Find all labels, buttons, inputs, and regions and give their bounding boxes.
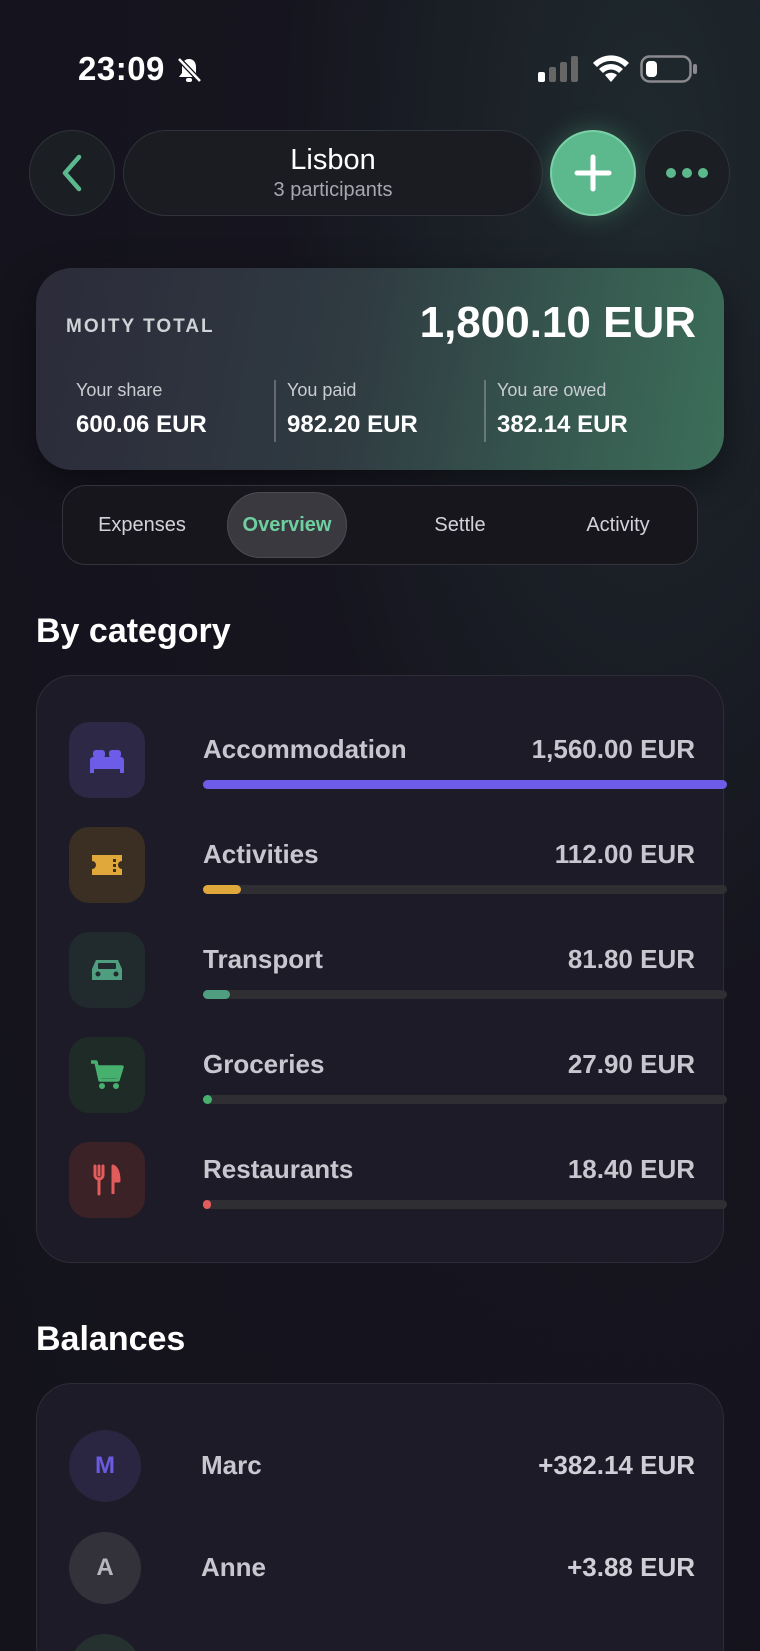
- category-bar-track: [203, 1095, 727, 1104]
- balance-row-marc[interactable]: M Marc +382.14 EUR: [69, 1430, 695, 1502]
- status-bar: 23:09: [0, 0, 760, 110]
- add-expense-button[interactable]: [550, 130, 636, 216]
- category-amount: 112.00 EUR: [554, 839, 695, 869]
- category-bar-fill: [203, 885, 241, 894]
- balance-row-anne[interactable]: A Anne +3.88 EUR: [69, 1532, 695, 1604]
- you-are-owed-label: You are owed: [497, 380, 607, 400]
- participant-balance: +3.88 EUR: [567, 1552, 695, 1582]
- category-name: Accommodation: [203, 734, 407, 764]
- category-name: Activities: [203, 839, 319, 869]
- more-options-button[interactable]: [644, 130, 730, 216]
- divider: [484, 380, 486, 442]
- you-paid-stat: You paid 982.20 EUR: [287, 380, 418, 439]
- category-amount: 1,560.00 EUR: [531, 734, 695, 764]
- wifi-icon: [593, 55, 629, 82]
- your-share-stat: Your share 600.06 EUR: [76, 380, 207, 439]
- category-amount: 81.80 EUR: [567, 944, 695, 974]
- category-bar-fill: [203, 780, 727, 789]
- ellipsis-icon: [666, 168, 708, 178]
- total-label: MOITY TOTAL: [66, 316, 215, 337]
- category-bar-fill: [203, 990, 231, 999]
- category-row-activities[interactable]: Activities 112.00 EUR: [69, 827, 727, 905]
- trip-title: Lisbon: [290, 144, 376, 176]
- tab-settle[interactable]: Settle: [381, 486, 539, 564]
- avatar: M: [69, 1430, 141, 1502]
- category-name: Transport: [203, 944, 323, 974]
- category-row-accommodation[interactable]: Accommodation 1,560.00 EUR: [69, 722, 727, 800]
- category-bar-track: [203, 885, 727, 894]
- car-icon: [69, 932, 145, 1008]
- cart-icon: [69, 1037, 145, 1113]
- participant-balance: +382.14 EUR: [538, 1450, 695, 1480]
- trip-title-pill[interactable]: Lisbon 3 participants: [123, 130, 543, 216]
- plus-icon: [574, 154, 612, 192]
- tab-overview[interactable]: Overview: [227, 492, 347, 558]
- battery-icon: [640, 55, 697, 83]
- status-time: 23:09: [78, 50, 165, 87]
- segmented-tabs: Expenses Overview Settle Activity: [62, 485, 698, 565]
- category-name: Restaurants: [203, 1154, 354, 1184]
- ticket-icon: [69, 827, 145, 903]
- category-row-restaurants[interactable]: Restaurants 18.40 EUR: [69, 1142, 727, 1220]
- category-amount: 27.90 EUR: [567, 1049, 695, 1079]
- category-card: Accommodation 1,560.00 EUR Activities 11…: [36, 675, 727, 1263]
- you-paid-label: You paid: [287, 380, 357, 400]
- category-bar-fill: [203, 1095, 213, 1104]
- avatar: [69, 1634, 141, 1651]
- you-are-owed-value: 382.14 EUR: [497, 411, 628, 438]
- back-button[interactable]: [29, 130, 115, 216]
- cellular-signal-icon: [538, 56, 578, 82]
- by-category-heading: By category: [36, 612, 231, 650]
- category-bar-track: [203, 1200, 727, 1209]
- participant-name: Anne: [201, 1552, 266, 1582]
- bell-slash-icon: [177, 57, 202, 83]
- balances-heading: Balances: [36, 1320, 186, 1358]
- your-share-label: Your share: [76, 380, 163, 400]
- category-bar-track: [203, 780, 727, 789]
- fork-knife-icon: [69, 1142, 145, 1218]
- category-row-transport[interactable]: Transport 81.80 EUR: [69, 932, 727, 1010]
- tab-activity[interactable]: Activity: [539, 486, 697, 564]
- bed-icon: [69, 722, 145, 798]
- tab-expenses[interactable]: Expenses: [63, 486, 221, 564]
- total-summary-card: MOITY TOTAL 1,800.10 EUR Your share 600.…: [36, 268, 724, 470]
- divider: [274, 380, 276, 442]
- back-chevron-icon: [62, 154, 82, 192]
- you-are-owed-stat: You are owed 382.14 EUR: [497, 380, 628, 439]
- you-paid-value: 982.20 EUR: [287, 411, 418, 438]
- balances-card: M Marc +382.14 EUR A Anne +3.88 EUR: [36, 1383, 724, 1651]
- category-bar-track: [203, 990, 727, 999]
- category-name: Groceries: [203, 1049, 325, 1079]
- category-row-groceries[interactable]: Groceries 27.90 EUR: [69, 1037, 727, 1115]
- total-amount: 1,800.10 EUR: [419, 298, 696, 347]
- avatar: A: [69, 1532, 141, 1604]
- participants-count: 3 participants: [273, 179, 393, 201]
- participant-name: Marc: [201, 1450, 262, 1480]
- category-bar-fill: [203, 1200, 211, 1209]
- your-share-value: 600.06 EUR: [76, 411, 207, 438]
- category-amount: 18.40 EUR: [567, 1154, 695, 1184]
